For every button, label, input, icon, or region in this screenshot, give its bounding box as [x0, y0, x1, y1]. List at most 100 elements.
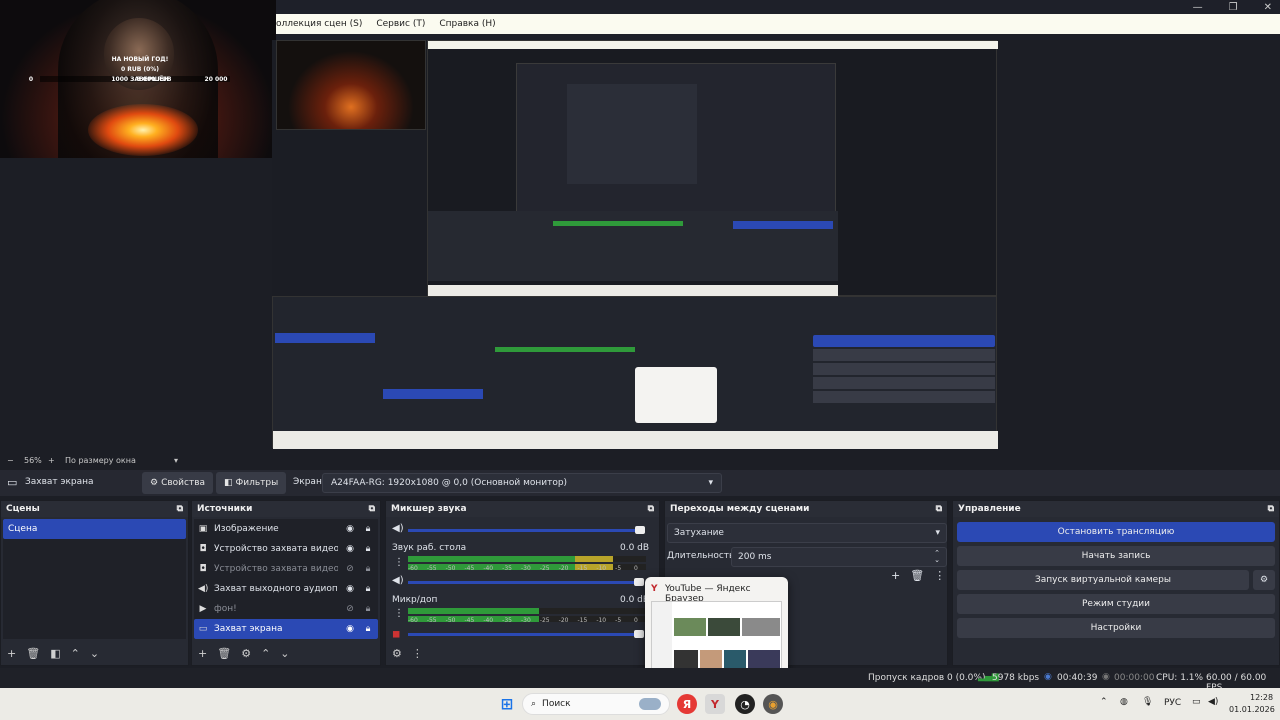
more-icon[interactable]: ⋮: [394, 557, 404, 568]
remove-scene-icon[interactable]: 🗑: [26, 647, 40, 660]
scenes-footer: + 🗑 ◧ ⌃ ⌄: [1, 641, 188, 665]
network-icon[interactable]: ▭: [1192, 697, 1201, 707]
minimize-button[interactable]: —: [1193, 2, 1203, 13]
volume-slider[interactable]: [408, 581, 638, 584]
stop-stream-button[interactable]: Остановить трансляцию: [957, 522, 1275, 542]
source-item[interactable]: ▣ Изображение ◉ 🔒︎: [194, 519, 378, 539]
input-language[interactable]: РУС: [1164, 698, 1181, 708]
alert-title: НА НОВЫЙ ГОД!: [111, 56, 169, 63]
virtual-cam-button[interactable]: Запуск виртуальной камеры: [957, 570, 1249, 590]
stream-icon: ◉: [1044, 672, 1052, 682]
properties-button[interactable]: ⚙ Свойства: [142, 472, 214, 494]
taskbar-thumbnail-popup[interactable]: Y YouTube — Яндекс Браузер: [645, 577, 788, 677]
volume-slider[interactable]: [408, 633, 638, 636]
volume-handle[interactable]: [634, 578, 644, 586]
lock-icon[interactable]: 🔒︎: [362, 584, 374, 594]
undock-icon[interactable]: ⧉: [369, 504, 375, 514]
eye-icon[interactable]: ◉: [344, 584, 356, 594]
mixer-title: Микшер звука: [391, 504, 467, 514]
gear-icon[interactable]: ⚙: [241, 647, 251, 660]
monitor-select[interactable]: A24FAA-RG: 1920x1080 @ 0,0 (Основной мон…: [322, 473, 722, 493]
yandex-browser-icon[interactable]: Y: [705, 694, 725, 714]
add-scene-icon[interactable]: +: [7, 647, 16, 660]
more-icon[interactable]: ⋮: [412, 647, 423, 660]
undock-icon[interactable]: ⧉: [1268, 504, 1274, 514]
zoom-fit-select[interactable]: По размеру окна: [65, 456, 136, 465]
volume-slider[interactable]: [408, 529, 640, 532]
menu-help[interactable]: Справка (H): [439, 19, 495, 29]
stream-alert-overlay: НА НОВЫЙ ГОД! 0 RUB (0%) 0 1000 ЗАВЕРШЁН…: [0, 0, 276, 158]
meter-tick-label: -55: [426, 617, 437, 624]
studio-mode-button[interactable]: Режим студии: [957, 594, 1275, 614]
microphone-icon[interactable]: 🎙︎: [1142, 697, 1153, 707]
zoom-in-button[interactable]: +: [48, 456, 55, 465]
image-icon: ▣: [198, 524, 208, 534]
settings-button[interactable]: Настройки: [957, 618, 1275, 638]
obs-icon[interactable]: ◔: [735, 694, 755, 714]
eye-icon[interactable]: ◉: [344, 544, 356, 554]
preview-canvas[interactable]: [272, 40, 998, 449]
lock-icon[interactable]: 🔒︎: [362, 564, 374, 574]
gear-icon[interactable]: ⚙: [1253, 570, 1275, 590]
nested-menubar: [428, 41, 998, 49]
remove-icon[interactable]: 🗑: [910, 569, 924, 582]
zoom-out-button[interactable]: −: [7, 456, 14, 465]
maximize-button[interactable]: ❐: [1229, 2, 1238, 13]
volume-icon[interactable]: ◀): [1208, 697, 1218, 707]
source-item[interactable]: ◀)Захват выходного аудиопото◉🔒︎: [194, 579, 378, 599]
source-list: ▣ Изображение ◉ 🔒︎ ◘ Устройство захвата виде…: [194, 519, 378, 639]
more-icon[interactable]: ⋮: [394, 608, 404, 619]
menu-scene-collection[interactable]: оллекция сцен (S): [276, 19, 362, 29]
eye-hidden-icon[interactable]: ⊘: [344, 564, 356, 574]
speaker-icon[interactable]: ◀): [392, 575, 404, 586]
move-down-icon[interactable]: ⌄: [90, 647, 99, 660]
speaker-icon[interactable]: ◀): [392, 523, 404, 534]
lock-icon[interactable]: 🔒︎: [362, 624, 374, 634]
filter-icon[interactable]: ◧: [50, 647, 60, 660]
undock-icon[interactable]: ⧉: [936, 504, 942, 514]
chevron-down-icon[interactable]: ▾: [174, 456, 178, 465]
lock-icon[interactable]: 🔒︎: [362, 604, 374, 614]
speaker-muted-icon[interactable]: ◼: [392, 629, 400, 640]
scenes-dock: Сцены ⧉ Сцена + 🗑 ◧ ⌃ ⌄: [0, 500, 189, 666]
gear-icon[interactable]: ⚙: [392, 647, 402, 660]
eye-icon[interactable]: ◉: [344, 524, 356, 534]
lock-icon[interactable]: 🔒︎: [362, 544, 374, 554]
zoom-bar: − 56% + По размеру окна ▾: [0, 452, 1280, 468]
move-down-icon[interactable]: ⌄: [280, 647, 289, 660]
remove-source-icon[interactable]: 🗑: [217, 647, 231, 660]
source-item[interactable]: ◘ Устройство захвата видео 2 ◉ 🔒︎: [194, 539, 378, 559]
yandex-app-icon[interactable]: Я: [677, 694, 697, 714]
more-icon[interactable]: ⋮: [934, 569, 945, 582]
add-icon[interactable]: +: [891, 569, 900, 582]
source-item[interactable]: ▭ Захват экрана ◉ 🔒︎: [194, 619, 378, 639]
transition-buttons: + 🗑 ⋮: [891, 569, 945, 582]
eye-hidden-icon[interactable]: ⊘: [344, 604, 356, 614]
move-up-icon[interactable]: ⌃: [261, 647, 270, 660]
transition-select[interactable]: Затухание ▾: [667, 523, 947, 543]
volume-handle[interactable]: [634, 630, 644, 638]
eye-icon[interactable]: ◉: [344, 624, 356, 634]
dropped-frames: Пропуск кадров 0 (0.0%): [868, 673, 986, 683]
duration-input[interactable]: 200 ms ⌃ ⌄: [731, 547, 947, 567]
volume-handle[interactable]: [635, 526, 645, 534]
network-app-icon[interactable]: ◍: [1120, 697, 1128, 707]
filters-button[interactable]: ◧ Фильтры: [216, 472, 287, 494]
scene-item[interactable]: Сцена: [3, 519, 186, 539]
source-item[interactable]: ▶ фон! ⊘ 🔒︎: [194, 599, 378, 619]
lock-icon[interactable]: 🔒︎: [362, 524, 374, 534]
move-up-icon[interactable]: ⌃: [71, 647, 80, 660]
source-item[interactable]: ◘ Устройство захвата видео ⊘ 🔒︎: [194, 559, 378, 579]
meter-tick-label: -50: [445, 617, 456, 624]
taskbar-search[interactable]: ⌕ Поиск: [522, 693, 670, 715]
add-source-icon[interactable]: +: [198, 647, 207, 660]
start-record-button[interactable]: Начать запись: [957, 546, 1275, 566]
undock-icon[interactable]: ⧉: [648, 504, 654, 514]
undock-icon[interactable]: ⧉: [177, 504, 183, 514]
app-icon[interactable]: ◉: [763, 694, 783, 714]
chevron-up-icon[interactable]: ⌃: [1100, 697, 1108, 707]
close-button[interactable]: ✕: [1264, 2, 1272, 13]
windows-start-icon[interactable]: ⊞: [497, 694, 517, 714]
meter-tick-label: -15: [577, 617, 588, 624]
menu-tools[interactable]: Сервис (T): [376, 19, 425, 29]
